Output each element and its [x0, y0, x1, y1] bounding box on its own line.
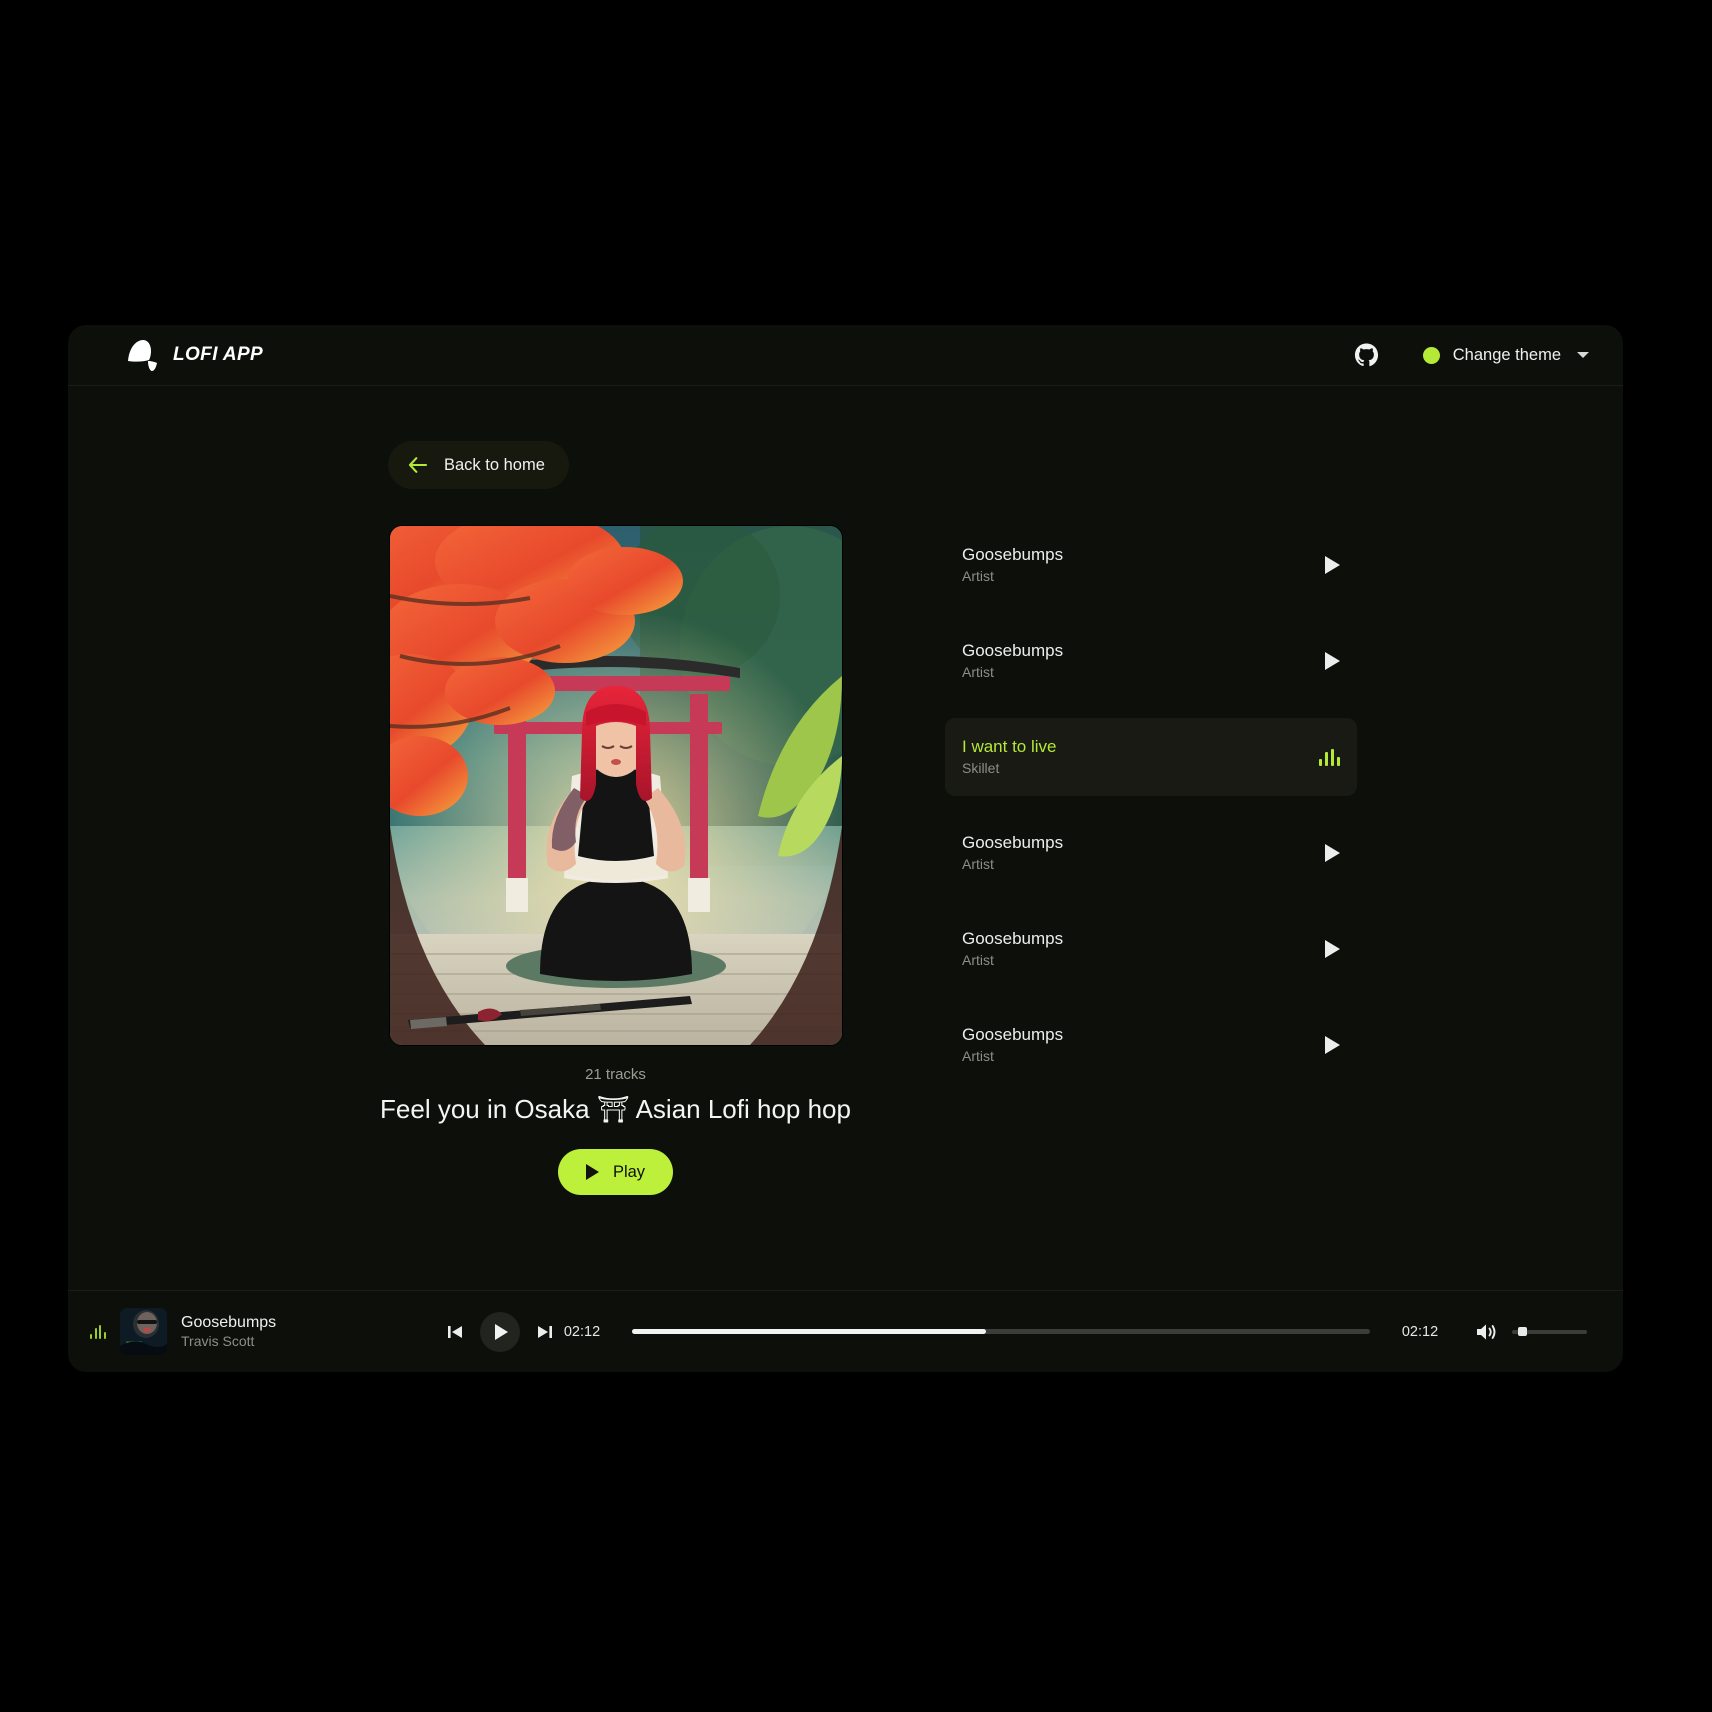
track-action[interactable]	[1325, 844, 1340, 862]
lofi-app-logo-icon	[124, 337, 162, 373]
track-title: Goosebumps	[962, 640, 1064, 660]
screen: LOFI APP Change theme Back to home 21 tr…	[0, 0, 1712, 1712]
play-icon	[1325, 652, 1340, 670]
track-meta: Goosebumps Artist	[962, 928, 1064, 968]
play-icon	[1325, 556, 1340, 574]
track-artist: Artist	[962, 1047, 994, 1064]
brand-name: LOFI APP	[173, 344, 264, 365]
play-icon	[495, 1323, 508, 1340]
play-icon	[1325, 844, 1340, 862]
skip-back-icon	[448, 1325, 462, 1338]
track-row-active[interactable]: I want to live Skillet	[945, 718, 1357, 796]
track-action[interactable]	[1318, 748, 1340, 766]
now-playing-thumbnail	[120, 1308, 167, 1355]
track-row[interactable]: Goosebumps Artist	[945, 1006, 1357, 1084]
seek-bar[interactable]	[632, 1329, 1370, 1334]
volume-icon[interactable]	[1474, 1321, 1498, 1343]
track-action[interactable]	[1325, 1036, 1340, 1054]
chevron-down-icon	[1577, 352, 1589, 358]
github-icon[interactable]	[1354, 343, 1379, 368]
volume-slider-thumb[interactable]	[1517, 1327, 1527, 1336]
current-time: 02:12	[563, 1323, 601, 1340]
track-meta: Goosebumps Artist	[962, 544, 1064, 584]
track-row[interactable]: Goosebumps Artist	[945, 622, 1357, 700]
track-title: Goosebumps	[962, 1024, 1064, 1044]
back-to-home-label: Back to home	[444, 455, 545, 474]
equalizer-icon	[1318, 748, 1340, 766]
track-row[interactable]: Goosebumps Artist	[945, 910, 1357, 988]
brand[interactable]: LOFI APP	[124, 337, 263, 373]
track-list: Goosebumps Artist Goosebumps Artist I wa…	[945, 526, 1357, 1102]
theme-switcher-label: Change theme	[1452, 345, 1561, 364]
previous-track-button[interactable]	[446, 1323, 464, 1341]
skip-forward-icon	[538, 1325, 552, 1338]
now-playing: Goosebumps Travis Scott	[90, 1308, 420, 1355]
track-meta: I want to live Skillet	[962, 736, 1057, 776]
track-meta: Goosebumps Artist	[962, 1024, 1064, 1064]
theme-switcher[interactable]: Change theme	[1422, 345, 1589, 365]
play-album-label: Play	[612, 1162, 646, 1181]
track-row[interactable]: Goosebumps Artist	[945, 526, 1357, 604]
track-artist: Artist	[962, 951, 994, 968]
seek-bar-fill	[632, 1329, 987, 1334]
volume-control	[1474, 1321, 1587, 1343]
play-album-button[interactable]: Play	[557, 1149, 674, 1196]
play-icon	[1325, 1036, 1340, 1054]
track-artist: Skillet	[962, 759, 1000, 776]
volume-slider[interactable]	[1512, 1327, 1587, 1336]
transport-controls	[446, 1311, 554, 1352]
track-action[interactable]	[1325, 556, 1340, 574]
play-icon	[585, 1164, 599, 1181]
theme-color-dot-icon	[1422, 346, 1440, 364]
track-meta: Goosebumps Artist	[962, 832, 1064, 872]
now-playing-title: Goosebumps	[181, 1313, 277, 1331]
track-artist: Artist	[962, 855, 994, 872]
track-title: I want to live	[962, 736, 1057, 756]
next-track-button[interactable]	[536, 1323, 554, 1341]
track-row[interactable]: Goosebumps Artist	[945, 814, 1357, 892]
track-artist: Artist	[962, 663, 994, 680]
track-title: Goosebumps	[962, 832, 1064, 852]
track-action[interactable]	[1325, 940, 1340, 958]
track-artist: Artist	[962, 567, 994, 584]
album-panel: 21 tracks Feel you in Osaka ⛩ Asian Lofi…	[380, 526, 851, 1196]
track-meta: Goosebumps Artist	[962, 640, 1064, 680]
track-title: Goosebumps	[962, 544, 1064, 564]
back-to-home-button[interactable]: Back to home	[388, 441, 569, 489]
total-time: 02:12	[1401, 1323, 1439, 1340]
arrow-left-icon	[408, 457, 428, 473]
play-icon	[1325, 940, 1340, 958]
player-bar: Goosebumps Travis Scott 02:12 02:12	[68, 1290, 1623, 1372]
equalizer-icon	[90, 1324, 106, 1339]
tracks-count: 21 tracks	[585, 1066, 646, 1083]
play-pause-button[interactable]	[480, 1311, 520, 1352]
track-action[interactable]	[1325, 652, 1340, 670]
main-content: Back to home 21 tracks Feel you in Osaka…	[68, 386, 1623, 1290]
now-playing-text: Goosebumps Travis Scott	[181, 1314, 276, 1350]
app-header: LOFI APP Change theme	[68, 325, 1623, 386]
album-title: Feel you in Osaka ⛩ Asian Lofi hop hop	[380, 1094, 851, 1124]
app-window: LOFI APP Change theme Back to home 21 tr…	[68, 325, 1623, 1372]
track-title: Goosebumps	[962, 928, 1064, 948]
now-playing-artist: Travis Scott	[181, 1333, 255, 1350]
album-cover-art	[389, 526, 842, 1045]
header-actions: Change theme	[1354, 343, 1589, 368]
